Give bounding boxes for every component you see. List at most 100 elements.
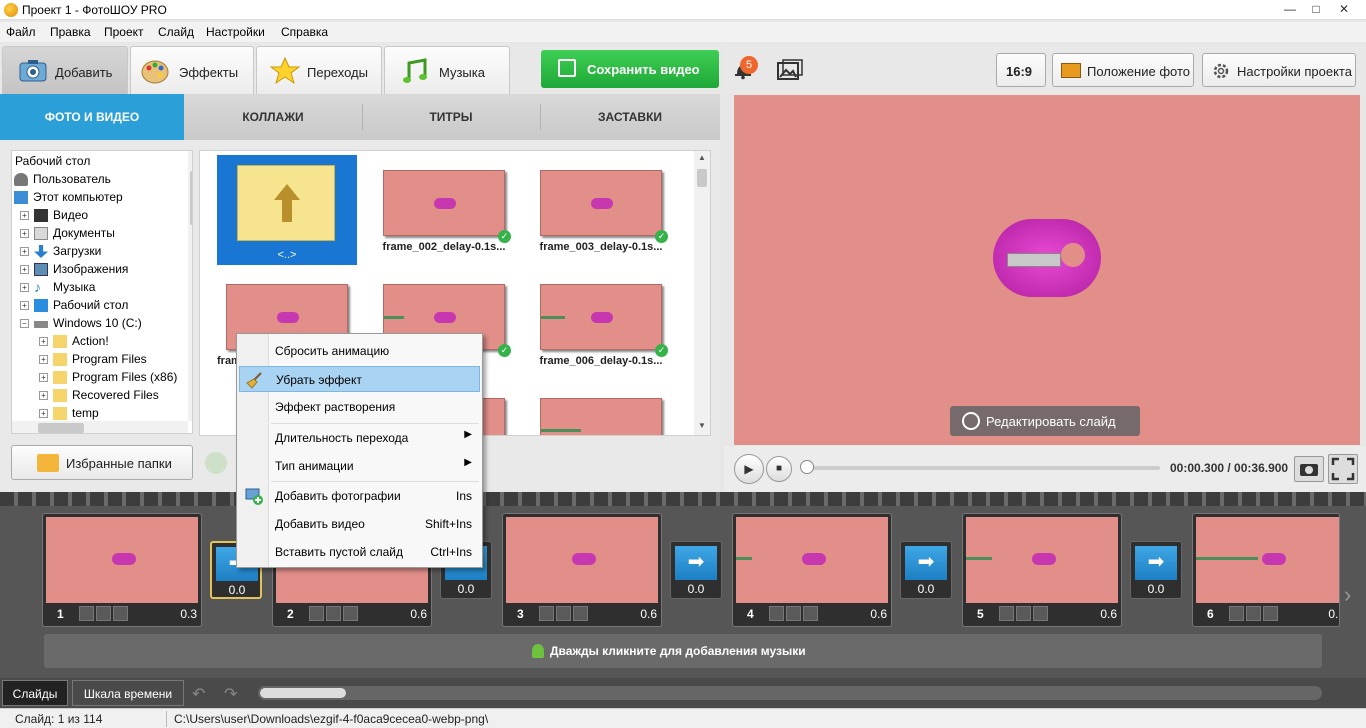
scroll-thumb[interactable]: [190, 171, 192, 225]
transition-thumbnail[interactable]: ➡ 0.0: [670, 541, 722, 599]
menu-item-transition-duration[interactable]: Длительность перехода ▶: [239, 425, 480, 451]
zoom-icon[interactable]: [556, 606, 571, 621]
maximize-button[interactable]: □: [1302, 0, 1330, 18]
menu-item-animation-type[interactable]: Тип анимации ▶: [239, 453, 480, 479]
slide-thumbnail[interactable]: 4 0.6: [732, 513, 892, 627]
subtab-photo-video[interactable]: ФОТО И ВИДЕО: [0, 94, 184, 140]
save-video-button[interactable]: Сохранить видео: [541, 50, 719, 88]
speaker-icon[interactable]: [1033, 606, 1048, 621]
back-arrow-icon[interactable]: [205, 452, 227, 474]
zoom-icon[interactable]: [1016, 606, 1031, 621]
menu-item-reset-animation[interactable]: Сбросить анимацию: [239, 338, 480, 364]
tab-timeline[interactable]: Шкала времени: [72, 680, 184, 706]
menu-settings[interactable]: Настройки: [206, 25, 265, 39]
zoom-icon[interactable]: [96, 606, 111, 621]
slide-preview[interactable]: [734, 95, 1360, 445]
stop-button[interactable]: ■: [766, 456, 792, 482]
tab-music[interactable]: Музыка: [384, 46, 510, 94]
edit-pencil-icon[interactable]: [539, 606, 554, 621]
menu-item-remove-effect[interactable]: Убрать эффект: [239, 366, 480, 392]
timeline-scrollbar[interactable]: [258, 686, 1322, 700]
scroll-thumb[interactable]: [260, 688, 346, 698]
subtab-intros[interactable]: ЗАСТАВКИ: [540, 94, 720, 140]
expand-icon[interactable]: +: [39, 337, 48, 346]
tree-vertical-scrollbar[interactable]: ▲ ▼: [188, 151, 192, 421]
pictures-icon[interactable]: [776, 58, 804, 82]
menu-project[interactable]: Проект: [104, 25, 144, 39]
seek-bar[interactable]: [804, 466, 1160, 470]
thumbnail-scrollbar[interactable]: ▲ ▼: [694, 151, 710, 435]
camera-snapshot-icon[interactable]: [1294, 456, 1324, 482]
zoom-icon[interactable]: [1246, 606, 1261, 621]
chevron-right-icon[interactable]: ›: [1344, 582, 1362, 612]
expand-icon[interactable]: +: [20, 265, 29, 274]
thumbnail-item[interactable]: ✓ frame_006_delay-0.1s...: [531, 271, 671, 381]
slide-thumbnail[interactable]: 3 0.6: [502, 513, 662, 627]
zoom-icon[interactable]: [326, 606, 341, 621]
menu-item-add-photos[interactable]: Добавить фотографии Ins: [239, 483, 480, 509]
tab-effects[interactable]: Эффекты: [130, 46, 254, 94]
fullscreen-icon[interactable]: [1328, 454, 1358, 484]
subtab-titles[interactable]: ТИТРЫ: [362, 94, 540, 140]
music-track[interactable]: Дважды кликните для добавления музыки: [44, 634, 1322, 668]
expand-icon[interactable]: +: [20, 283, 29, 292]
thumbnail-parent-folder[interactable]: <..>: [217, 155, 357, 265]
zoom-icon[interactable]: [786, 606, 801, 621]
project-settings-button[interactable]: Настройки проекта: [1202, 53, 1356, 87]
expand-icon[interactable]: +: [39, 409, 48, 418]
edit-slide-button[interactable]: Редактировать слайд: [950, 406, 1140, 436]
menu-slide[interactable]: Слайд: [158, 25, 194, 39]
menu-item-add-video[interactable]: Добавить видео Shift+Ins: [239, 511, 480, 537]
undo-icon[interactable]: ↶: [192, 684, 214, 703]
scroll-down-icon[interactable]: ▼: [698, 421, 706, 430]
tab-transitions[interactable]: Переходы: [256, 46, 382, 94]
speaker-icon[interactable]: [573, 606, 588, 621]
favorite-folders-button[interactable]: Избранные папки: [11, 445, 193, 480]
scroll-thumb[interactable]: [697, 169, 707, 187]
menu-item-insert-empty-slide[interactable]: Вставить пустой слайд Ctrl+Ins: [239, 539, 480, 565]
menu-item-dissolve-effect[interactable]: Эффект растворения: [239, 394, 480, 420]
collapse-icon[interactable]: −: [20, 319, 29, 328]
thumbnail-item[interactable]: ✓ frame_002_delay-0.1s...: [374, 157, 514, 267]
expand-icon[interactable]: +: [39, 373, 48, 382]
slide-thumbnail[interactable]: 1 0.3: [42, 513, 202, 627]
redo-icon[interactable]: ↷: [224, 684, 246, 703]
tab-slides[interactable]: Слайды: [2, 680, 68, 706]
slide-thumbnail[interactable]: 6 0.6: [1192, 513, 1340, 627]
edit-pencil-icon[interactable]: [1229, 606, 1244, 621]
seek-knob[interactable]: [800, 460, 814, 474]
slide-thumbnail[interactable]: 5 0.6: [962, 513, 1122, 627]
menu-help[interactable]: Справка: [281, 25, 328, 39]
scroll-down-icon[interactable]: ▼: [191, 403, 192, 412]
speaker-icon[interactable]: [113, 606, 128, 621]
speaker-icon[interactable]: [1263, 606, 1278, 621]
expand-icon[interactable]: +: [20, 211, 29, 220]
speaker-icon[interactable]: [343, 606, 358, 621]
expand-icon[interactable]: +: [20, 229, 29, 238]
expand-icon[interactable]: +: [39, 355, 48, 364]
edit-pencil-icon[interactable]: [769, 606, 784, 621]
menu-edit[interactable]: Правка: [50, 25, 91, 39]
expand-icon[interactable]: +: [20, 247, 29, 256]
expand-icon[interactable]: +: [39, 391, 48, 400]
thumbnail-item[interactable]: [531, 385, 671, 435]
close-button[interactable]: ✕: [1330, 0, 1358, 18]
expand-icon[interactable]: +: [20, 301, 29, 310]
edit-pencil-icon[interactable]: [999, 606, 1014, 621]
scroll-up-icon[interactable]: ▲: [698, 153, 706, 162]
edit-pencil-icon[interactable]: [79, 606, 94, 621]
minimize-button[interactable]: —: [1276, 0, 1304, 18]
aspect-ratio-button[interactable]: 16:9: [996, 53, 1046, 87]
transition-thumbnail[interactable]: ➡ 0.0: [1130, 541, 1182, 599]
menu-file[interactable]: Файл: [6, 25, 36, 39]
speaker-icon[interactable]: [803, 606, 818, 621]
thumbnail-item[interactable]: ✓ frame_003_delay-0.1s...: [531, 157, 671, 267]
edit-pencil-icon[interactable]: [309, 606, 324, 621]
transition-thumbnail[interactable]: ➡ 0.0: [900, 541, 952, 599]
tab-add[interactable]: Добавить: [2, 46, 128, 94]
photo-position-button[interactable]: Положение фото: [1052, 53, 1194, 87]
scroll-thumb[interactable]: [38, 423, 84, 433]
tree-horizontal-scrollbar[interactable]: [12, 421, 188, 433]
scroll-up-icon[interactable]: ▲: [191, 153, 192, 162]
play-button[interactable]: ▶: [734, 454, 764, 484]
